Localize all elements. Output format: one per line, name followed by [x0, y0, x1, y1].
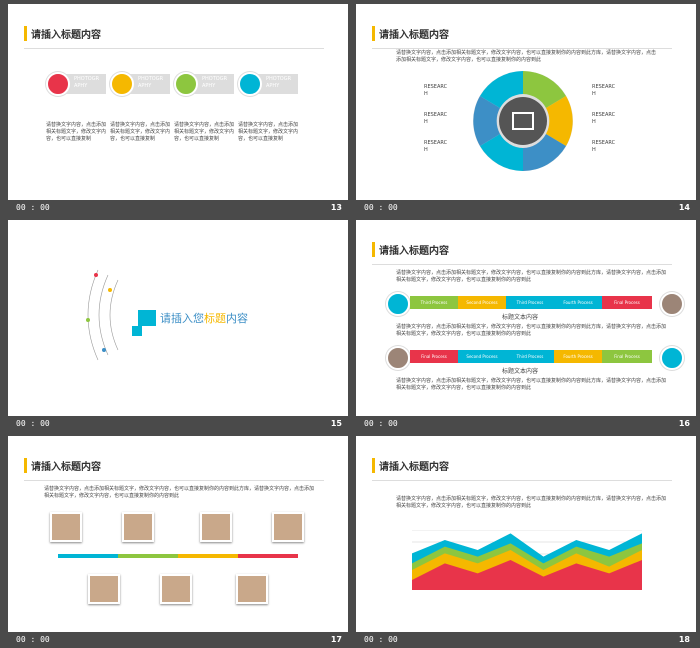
- slide-number: 16: [678, 419, 690, 428]
- slide-number: 14: [678, 203, 690, 212]
- avatar: [122, 512, 154, 542]
- cart-icon: [386, 346, 410, 370]
- label: PHOTOGR APHY: [202, 76, 228, 89]
- process-step: Second Process: [458, 350, 506, 363]
- label: PHOTOGR APHY: [266, 76, 292, 89]
- item-label: RESEARC H: [424, 112, 448, 125]
- slide-title: 请插入标题内容: [372, 26, 449, 41]
- process-step: Final Process: [602, 350, 652, 363]
- headline: 请插入您标题内容: [160, 312, 248, 326]
- intro-text: 请替换文字内容，点击添加相关标题文字，修改文字内容，也可以直接复制你的内容到此方…: [44, 486, 315, 499]
- slide-bar: 00 : 00 16: [356, 416, 696, 432]
- divider: [372, 48, 672, 49]
- timeline-line: [58, 554, 298, 558]
- label: PHOTOGR APHY: [138, 76, 164, 89]
- process-step: Third Process: [410, 296, 458, 309]
- process-step: Final Process: [602, 296, 652, 309]
- body-text: 请替换文字内容，点击添加相关标题文字，修改文字内容，也可以直接复制你的内容到此方…: [396, 378, 667, 391]
- area-chart: [412, 530, 642, 590]
- body-text: 请替换文字内容，点击添加相关标题文字，修改文字内容，也可以直接复制: [174, 122, 235, 142]
- headline-part: 请插入您: [160, 312, 204, 325]
- cloud-icon: [660, 346, 684, 370]
- slide-16: 请插入标题内容 请替换文字内容，点击添加相关标题文字，修改文字内容，也可以直接复…: [356, 220, 696, 416]
- divider: [24, 48, 324, 49]
- slide-bar: 00 : 00 15: [8, 416, 348, 432]
- slide-title: 请插入标题内容: [24, 458, 101, 473]
- avatar: [200, 512, 232, 542]
- time: 00 : 00: [364, 635, 398, 644]
- network-graphic: [86, 269, 156, 361]
- thumbnail-15[interactable]: 请插入您标题内容 00 : 00 15: [8, 220, 348, 432]
- intro-text: 请替换文字内容，点击添加相关标题文字，修改文字内容，也可以直接复制你的内容到此方…: [396, 270, 667, 283]
- thumbnail-13[interactable]: 请插入标题内容 PHOTOGR APHY PHOTOGR APHY PHOTOG…: [8, 4, 348, 216]
- cloud-icon: [110, 72, 134, 96]
- slide-number: 17: [330, 635, 342, 644]
- network-icon: [238, 72, 262, 96]
- slide-number: 13: [330, 203, 342, 212]
- process-step: Fourth Process: [554, 350, 602, 363]
- time: 00 : 00: [364, 203, 398, 212]
- headline-highlight: 标题: [204, 312, 226, 325]
- slide-18: 请插入标题内容 请替换文字内容，点击添加相关标题文字，修改文字内容，也可以直接复…: [356, 436, 696, 632]
- caption: 标题文本内容: [502, 314, 539, 321]
- item-label: RESEARC H: [592, 84, 616, 97]
- avatar: [88, 574, 120, 604]
- thumbnail-16[interactable]: 请插入标题内容 请替换文字内容，点击添加相关标题文字，修改文字内容，也可以直接复…: [356, 220, 696, 432]
- slide-15: 请插入您标题内容: [8, 220, 348, 416]
- caption: 标题文本内容: [502, 368, 539, 375]
- body-text: 请替换文字内容，点击添加相关标题文字，修改文字内容，也可以直接复制: [110, 122, 171, 142]
- avatar: [272, 512, 304, 542]
- slide-title: 请插入标题内容: [24, 26, 101, 41]
- slide-title: 请插入标题内容: [372, 242, 449, 257]
- slide-bar: 00 : 00 14: [356, 200, 696, 216]
- item-label: RESEARC H: [424, 140, 448, 153]
- item-label: RESEARC H: [424, 84, 448, 97]
- time: 00 : 00: [364, 419, 398, 428]
- divider: [372, 264, 672, 265]
- slide-14: 请插入标题内容 请替换文字内容，点击添加相关标题文字，修改文字内容，也可以直接复…: [356, 4, 696, 200]
- process-step: Third Process: [506, 296, 554, 309]
- divider: [372, 480, 672, 481]
- thumbnail-18[interactable]: 请插入标题内容 请替换文字内容，点击添加相关标题文字，修改文字内容，也可以直接复…: [356, 436, 696, 648]
- item-label: RESEARC H: [592, 112, 616, 125]
- time: 00 : 00: [16, 419, 50, 428]
- process-step: Fourth Process: [554, 296, 602, 309]
- item-label: RESEARC H: [592, 140, 616, 153]
- label: PHOTOGR APHY: [74, 76, 100, 89]
- network-icon: [386, 292, 410, 316]
- slide-number: 18: [678, 635, 690, 644]
- slide-title: 请插入标题内容: [372, 458, 449, 473]
- segment-wheel: [473, 71, 573, 171]
- time: 00 : 00: [16, 635, 50, 644]
- intro-text: 请替换文字内容，点击添加相关标题文字，修改文字内容，也可以直接复制你的内容到此方…: [396, 50, 657, 63]
- intro-text: 请替换文字内容，点击添加相关标题文字，修改文字内容，也可以直接复制你的内容到此方…: [396, 496, 667, 509]
- thumbnail-17[interactable]: 请插入标题内容 请替换文字内容，点击添加相关标题文字，修改文字内容，也可以直接复…: [8, 436, 348, 648]
- process-step: Third Process: [506, 350, 554, 363]
- body-text: 请替换文字内容，点击添加相关标题文字，修改文字内容，也可以直接复制: [238, 122, 299, 142]
- avatar: [50, 512, 82, 542]
- thumbnail-14[interactable]: 请插入标题内容 请替换文字内容，点击添加相关标题文字，修改文字内容，也可以直接复…: [356, 4, 696, 216]
- time: 00 : 00: [16, 203, 50, 212]
- headline-part: 内容: [226, 312, 248, 325]
- slide-bar: 00 : 00 13: [8, 200, 348, 216]
- avatar: [160, 574, 192, 604]
- body-text: 请替换文字内容，点击添加相关标题文字，修改文字内容，也可以直接复制: [46, 122, 107, 142]
- slide-13: 请插入标题内容 PHOTOGR APHY PHOTOGR APHY PHOTOG…: [8, 4, 348, 200]
- image-icon: [174, 72, 198, 96]
- calendar-icon: [46, 72, 70, 96]
- body-text: 请替换文字内容，点击添加相关标题文字，修改文字内容，也可以直接复制你的内容到此方…: [396, 324, 667, 337]
- process-step: Second Process: [458, 296, 506, 309]
- slide-17: 请插入标题内容 请替换文字内容，点击添加相关标题文字，修改文字内容，也可以直接复…: [8, 436, 348, 632]
- slide-number: 15: [330, 419, 342, 428]
- process-step: Final Process: [410, 350, 458, 363]
- divider: [24, 480, 324, 481]
- avatar: [236, 574, 268, 604]
- trophy-icon: [660, 292, 684, 316]
